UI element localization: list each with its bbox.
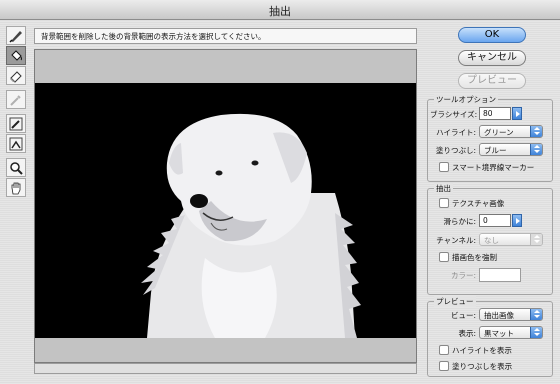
fill-select[interactable]: ブルー [479,143,543,156]
color-label: カラー: [450,271,476,280]
horizontal-scrollbar[interactable] [34,363,417,374]
fill-label: 塗りつぶし: [435,146,476,155]
eyedropper-icon [10,95,21,106]
show-highlight-checkbox[interactable] [439,345,449,355]
fill-tool[interactable] [6,46,26,65]
channel-select[interactable]: なし [479,233,543,246]
chevron-updown-icon [530,144,542,155]
extract-dialog: 背景範囲を削除した後の背景範囲の表示方法を選択してください。 OK キャンセル … [0,20,560,384]
edge-touchup-tool[interactable] [6,134,26,153]
tool-options-title: ツールオプション [434,94,498,105]
eraser-tool[interactable] [6,66,26,85]
ok-button[interactable]: OK [458,27,526,43]
highlight-label: ハイライト: [436,128,476,137]
preview-title: プレビュー [434,296,476,307]
brush-size-input[interactable]: 80 [479,107,511,120]
display-select[interactable]: 黒マット [479,326,543,339]
view-label: ビュー: [450,311,476,320]
textured-image-checkbox[interactable] [439,198,449,208]
chevron-updown-icon [530,309,542,320]
extracted-image [35,83,416,338]
display-select-value: 黒マット [484,329,514,338]
force-foreground-checkbox[interactable] [439,252,449,262]
eraser-icon [10,71,22,83]
smooth-label: 滑らかに: [443,217,476,226]
cleanup-tool-icon [9,117,23,131]
view-select[interactable]: 抽出画像 [479,308,543,321]
show-highlight-label: ハイライトを表示 [452,346,512,355]
preview-button[interactable]: プレビュー [458,73,526,89]
edge-highlighter-icon [9,31,22,43]
view-select-value: 抽出画像 [484,311,514,320]
hand-icon [11,182,21,195]
smooth-slider-button[interactable] [512,214,522,227]
edge-highlighter-tool[interactable] [6,26,26,45]
extracted-dog-image [35,83,416,338]
highlight-select[interactable]: グリーン [479,125,543,138]
hand-tool[interactable] [6,178,26,197]
hint-text: 背景範囲を削除した後の背景範囲の表示方法を選択してください。 [34,28,417,44]
force-foreground-label: 描画色を強制 [452,253,497,262]
smooth-input[interactable]: 0 [479,214,511,227]
tool-palette [6,26,28,198]
brush-size-slider-button[interactable] [512,107,522,120]
show-fill-checkbox[interactable] [439,361,449,371]
cancel-button[interactable]: キャンセル [458,50,526,66]
smart-edge-checkbox[interactable] [439,162,449,172]
show-fill-label: 塗りつぶしを表示 [452,362,513,371]
color-swatch[interactable] [479,268,521,282]
channel-label: チャンネル: [436,236,476,245]
smart-edge-label: スマート境界線マーカー [452,163,535,172]
chevron-updown-icon [530,234,542,245]
zoom-tool[interactable] [6,158,26,177]
chevron-updown-icon [530,327,542,338]
zoom-icon [10,162,23,175]
extraction-title: 抽出 [434,183,453,194]
fill-select-value: ブルー [484,146,507,155]
cleanup-tool[interactable] [6,114,26,133]
display-label: 表示: [458,329,476,338]
eyedropper-tool[interactable] [6,90,26,109]
window-title: 抽出 [269,5,291,18]
chevron-updown-icon [530,126,542,137]
highlight-select-value: グリーン [484,128,514,137]
brush-size-label: ブラシサイズ: [430,110,478,119]
fill-bucket-icon [11,50,22,61]
preview-canvas[interactable] [34,49,417,363]
channel-select-value: なし [484,236,499,245]
title-bar: 抽出 [0,0,560,20]
edge-touchup-icon [9,137,23,151]
textured-image-label: テクスチャ画像 [452,199,505,208]
